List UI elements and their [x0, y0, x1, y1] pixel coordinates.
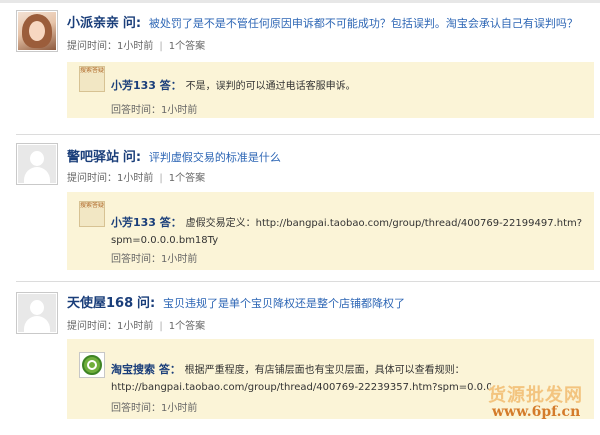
answer-box: 搜索答疑 小芳133 答： 虚假交易定义：http://bangpai.taob…: [67, 192, 594, 270]
question-line: 小派亲亲 问: 被处罚了是不是不管任何原因申诉都不可能成功？包括误判。淘宝会承认…: [67, 12, 578, 31]
answer-label: 答：: [159, 216, 182, 229]
meta-separator: |: [159, 173, 163, 184]
answer-line-2: http://bangpai.taobao.com/group/thread/4…: [111, 379, 491, 393]
answer-line: 小芳133 答： 虚假交易定义：http://bangpai.taobao.co…: [111, 214, 582, 230]
question-line: 天使屋168 问: 宝贝违规了是单个宝贝降权还是整个店铺都降权了: [67, 292, 405, 311]
question-link[interactable]: 宝贝违规了是单个宝贝降权还是整个店铺都降权了: [163, 297, 405, 310]
ask-label: 问:: [122, 16, 142, 31]
asker-name[interactable]: 小派亲亲: [67, 16, 119, 31]
answer-count[interactable]: 1个答案: [169, 173, 205, 184]
answer-label: 答：: [159, 79, 182, 92]
avatar[interactable]: [16, 10, 58, 52]
asker-name[interactable]: 警吧驿站: [67, 150, 119, 165]
question-link[interactable]: 被处罚了是不是不管任何原因申诉都不可能成功？包括误判。淘宝会承认自己有误判吗？: [149, 17, 578, 30]
answer-time: 回答时间：1小时前: [111, 105, 198, 116]
avatar[interactable]: [16, 143, 58, 185]
answer-time: 回答时间：1小时前: [111, 254, 198, 265]
answer-time: 回答时间：1小时前: [111, 403, 198, 414]
answer-label: 答：: [158, 363, 181, 376]
top-border: [0, 0, 600, 3]
answer-line: 小芳133 答： 不是，误判的可以通过电话客服申诉。: [111, 77, 356, 93]
question-meta: 提问时间：1小时前 | 1个答案: [67, 37, 205, 52]
watermark-url: www.6pf.cn: [492, 404, 581, 420]
answer-count[interactable]: 1个答案: [169, 41, 205, 52]
taobao-search-icon: [79, 352, 105, 378]
answer-box: 搜索答疑 小芳133 答： 不是，误判的可以通过电话客服申诉。 回答时间：1小时…: [67, 62, 594, 118]
divider: [16, 281, 600, 282]
divider: [16, 134, 600, 135]
answer-line: 淘宝搜索 答： 根据严重程度，有店铺层面也有宝贝层面，具体可以查看规则：: [111, 361, 465, 377]
answerer-name[interactable]: 小芳133: [111, 79, 156, 92]
question-meta: 提问时间：1小时前 | 1个答案: [67, 169, 205, 184]
meta-separator: |: [159, 321, 163, 332]
search-qa-icon: 搜索答疑: [79, 66, 105, 92]
ask-time: 提问时间：1小时前: [67, 321, 154, 332]
answer-text-cont[interactable]: spm=0.0.0.0.bm18Ty: [111, 235, 218, 246]
answer-text: 根据严重程度，有店铺层面也有宝贝层面，具体可以查看规则：: [184, 365, 465, 376]
avatar[interactable]: [16, 292, 58, 334]
ask-time: 提问时间：1小时前: [67, 173, 154, 184]
default-avatar-icon: [18, 294, 56, 332]
asker-name[interactable]: 天使屋168: [67, 296, 133, 311]
answer-count[interactable]: 1个答案: [169, 321, 205, 332]
answerer-name[interactable]: 小芳133: [111, 216, 156, 229]
ask-label: 问:: [136, 296, 156, 311]
question-link[interactable]: 评判虚假交易的标准是什么: [149, 151, 281, 164]
question-line: 警吧驿站 问: 评判虚假交易的标准是什么: [67, 146, 281, 165]
ask-time: 提问时间：1小时前: [67, 41, 154, 52]
meta-separator: |: [159, 41, 163, 52]
answer-link[interactable]: http://bangpai.taobao.com/group/thread/4…: [111, 382, 491, 393]
question-meta: 提问时间：1小时前 | 1个答案: [67, 317, 205, 332]
icon-label: 搜索答疑: [80, 67, 105, 74]
icon-label: 搜索答疑: [80, 202, 105, 209]
ask-label: 问:: [122, 150, 142, 165]
answer-text[interactable]: 虚假交易定义：http://bangpai.taobao.com/group/t…: [186, 218, 582, 229]
default-avatar-icon: [18, 145, 56, 183]
user-photo: [18, 12, 56, 50]
search-qa-icon: 搜索答疑: [79, 201, 105, 227]
answerer-name[interactable]: 淘宝搜索: [111, 363, 155, 376]
answer-text: 不是，误判的可以通过电话客服申诉。: [185, 81, 356, 92]
answer-line-2: spm=0.0.0.0.bm18Ty: [111, 232, 218, 246]
